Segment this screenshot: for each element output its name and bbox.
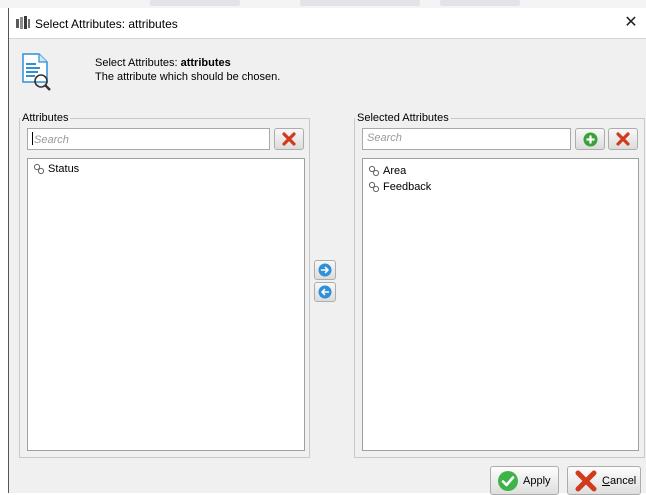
document-search-icon <box>22 53 51 91</box>
attribute-icon <box>33 163 45 175</box>
arrow-right-icon <box>318 263 332 277</box>
apply-button[interactable]: Apply <box>490 466 559 495</box>
attribute-icon <box>368 165 380 177</box>
apply-label: Apply <box>523 474 551 487</box>
clear-selected-search-button[interactable] <box>608 128 638 150</box>
add-attribute-button[interactable] <box>575 128 605 150</box>
title-bar: Select Attributes: attributes ✕ <box>9 8 646 39</box>
checkmark-icon <box>498 470 518 491</box>
selected-attributes-list[interactable]: Area Feedback <box>362 158 639 451</box>
attributes-search-input[interactable]: Search <box>27 128 270 150</box>
close-icon[interactable]: ✕ <box>616 8 646 38</box>
move-left-button[interactable] <box>314 282 336 302</box>
list-item-area[interactable]: Area <box>363 163 638 179</box>
add-plus-icon <box>583 132 597 146</box>
attribute-icon <box>368 181 380 193</box>
select-attributes-dialog: Select Attributes: attributes ✕ Select A… <box>8 8 646 495</box>
header-title: Select Attributes: attributes <box>95 57 231 69</box>
move-right-button[interactable] <box>314 260 336 280</box>
clear-attributes-search-button[interactable] <box>274 128 304 150</box>
cancel-label: Cancel <box>602 474 637 487</box>
cancel-x-icon <box>575 470 597 491</box>
selected-attributes-search-input[interactable]: Search <box>362 128 571 150</box>
attributes-legend: Attributes <box>22 112 69 124</box>
background-window-strip <box>0 0 646 8</box>
cancel-button[interactable]: Cancel <box>567 466 641 495</box>
attributes-list[interactable]: Status <box>27 158 305 451</box>
header-description: The attribute which should be chosen. <box>95 71 281 83</box>
clear-x-icon <box>616 132 630 146</box>
arrow-left-icon <box>318 285 332 299</box>
list-item-feedback[interactable]: Feedback <box>363 179 638 195</box>
window-title: Select Attributes: attributes <box>35 17 178 31</box>
clear-x-icon <box>282 132 296 146</box>
list-item-status[interactable]: Status <box>28 161 304 177</box>
selected-attributes-legend: Selected Attributes <box>357 112 449 124</box>
app-logo-icon <box>16 16 30 29</box>
